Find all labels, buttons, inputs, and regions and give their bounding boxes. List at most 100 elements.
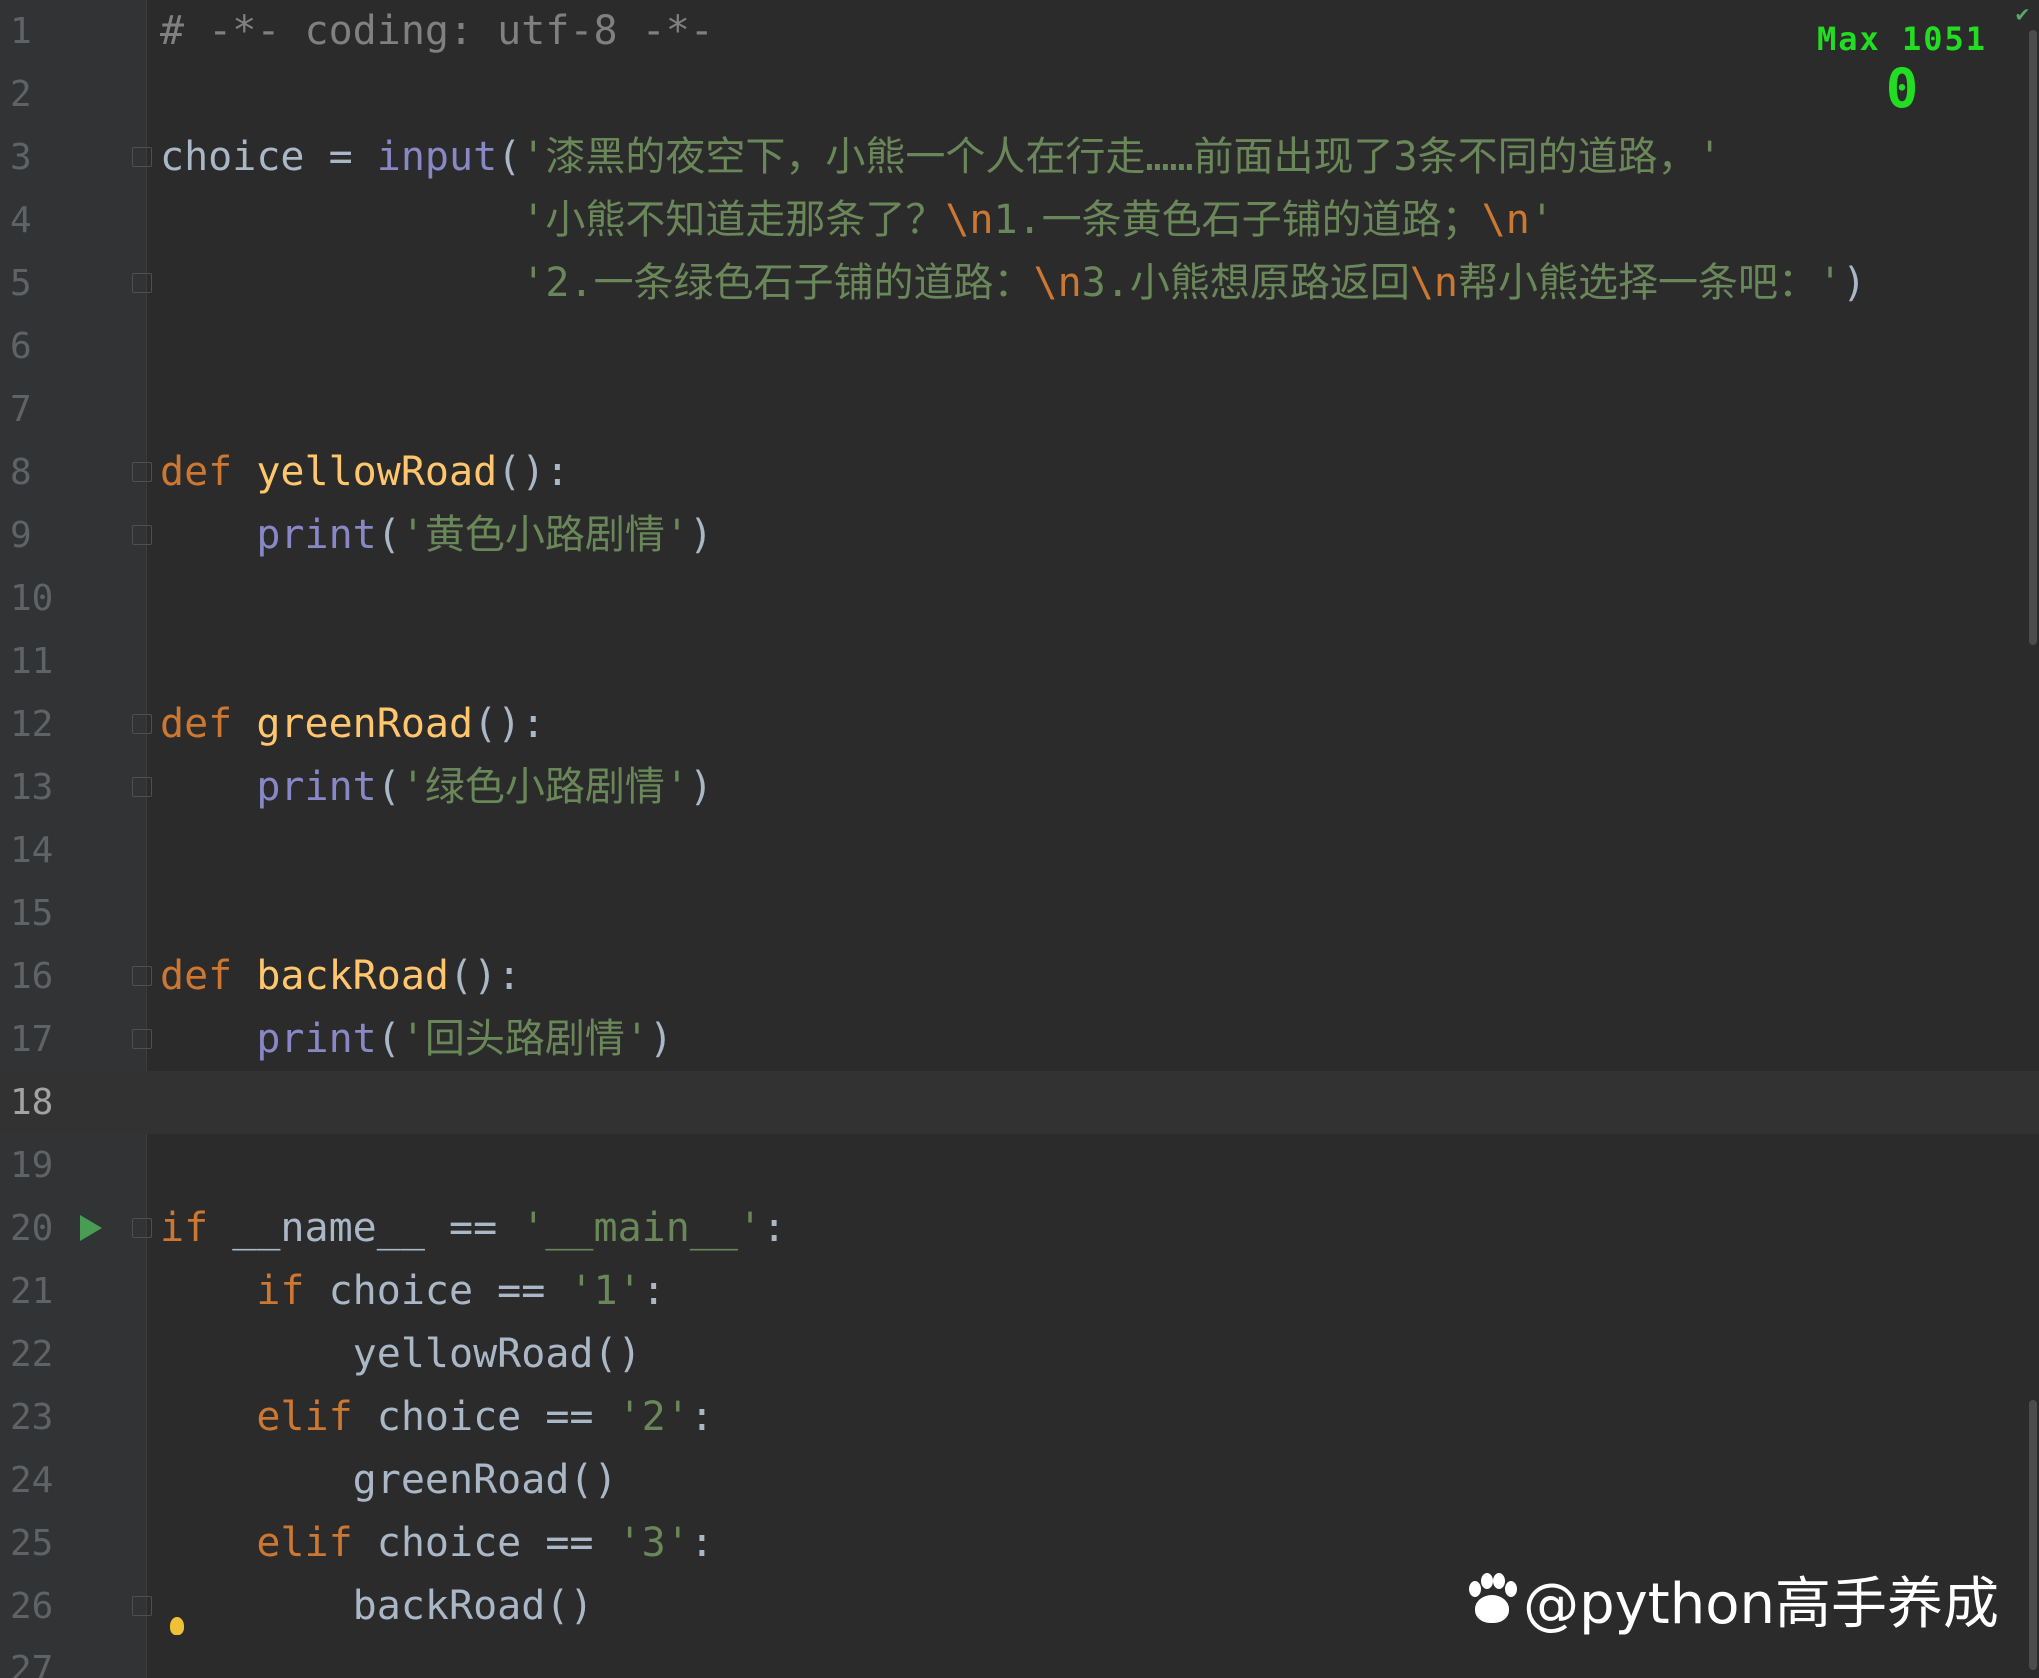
code-token-text: : <box>689 1520 714 1566</box>
code-text[interactable]: if choice == '1': <box>160 1260 665 1323</box>
fold-marker-icon[interactable] <box>132 1596 152 1616</box>
code-token-keyword: elif <box>256 1394 377 1440</box>
code-line[interactable]: 12 def greenRoad(): <box>0 693 2039 756</box>
max-combo-label: Max 1051 <box>1797 20 2007 58</box>
code-token-string: '漆黑的夜空下，小熊一个人在行走……前面出现了3条不同的道路，' <box>521 134 1722 180</box>
code-text[interactable]: '2.一条绿色石子铺的道路：\n3.小熊想原路返回\n帮小熊选择一条吧：') <box>160 252 1866 315</box>
fold-marker-icon[interactable] <box>132 1029 152 1049</box>
code-token-func: backRoad <box>256 953 449 999</box>
code-token-string: '黄色小路剧情' <box>400 512 690 558</box>
code-line[interactable]: 9 print('黄色小路剧情') <box>0 504 2039 567</box>
code-text[interactable]: '小熊不知道走那条了？\n1.一条黄色石子铺的道路；\n' <box>160 189 1554 252</box>
fold-marker-icon[interactable] <box>132 1218 152 1238</box>
code-line[interactable]: 13 print('绿色小路剧情') <box>0 756 2039 819</box>
fold-marker-icon[interactable] <box>132 273 152 293</box>
code-line[interactable]: 15 <box>0 882 2039 945</box>
code-line[interactable]: 6 <box>0 315 2039 378</box>
code-text[interactable]: def greenRoad(): <box>160 693 545 756</box>
fold-marker-icon[interactable] <box>132 147 152 167</box>
code-line[interactable]: 17 print('回头路剧情') <box>0 1008 2039 1071</box>
code-text[interactable]: # -*- coding: utf-8 -*- <box>160 0 714 63</box>
code-line[interactable]: 7 <box>0 378 2039 441</box>
line-number: 10 <box>10 578 54 619</box>
code-text[interactable]: print('回头路剧情') <box>160 1008 673 1071</box>
code-text[interactable]: yellowRoad() <box>160 1323 642 1386</box>
code-line[interactable]: 24 greenRoad() <box>0 1449 2039 1512</box>
code-text[interactable]: print('绿色小路剧情') <box>160 756 713 819</box>
combo-count: 0 <box>1885 57 1919 120</box>
code-text[interactable]: choice = input('漆黑的夜空下，小熊一个人在行走……前面出现了3条… <box>160 126 1722 189</box>
code-editor[interactable]: 1 # -*- coding: utf-8 -*- 2 3 choice = input… <box>0 0 2039 1678</box>
code-line[interactable]: 2 <box>0 63 2039 126</box>
code-token-string: ' <box>1529 197 1554 243</box>
fold-marker-icon[interactable] <box>132 966 152 986</box>
code-token-string: '1' <box>569 1268 642 1314</box>
watermark-text: @python高手养成 <box>1523 1572 1999 1637</box>
fold-marker-icon[interactable] <box>132 777 152 797</box>
check-icon: ✔ <box>2015 2 2029 27</box>
code-token-text: choice == <box>328 1268 570 1314</box>
code-token-builtin: print <box>256 512 377 558</box>
code-line[interactable]: 20 if __name__ == '__main__': <box>0 1197 2039 1260</box>
code-text[interactable]: greenRoad() <box>160 1449 618 1512</box>
run-icon[interactable] <box>80 1215 102 1241</box>
code-token-text: (): <box>473 701 546 747</box>
code-line[interactable]: 10 <box>0 567 2039 630</box>
code-line[interactable]: 27 <box>0 1638 2039 1678</box>
code-text[interactable]: if __name__ == '__main__': <box>160 1197 786 1260</box>
code-line[interactable]: 11 <box>0 630 2039 693</box>
line-number: 19 <box>10 1145 54 1186</box>
fold-marker-icon[interactable] <box>132 525 152 545</box>
code-line[interactable]: 19 <box>0 1134 2039 1197</box>
code-token-string: '__main__' <box>521 1205 763 1251</box>
code-line[interactable]: 16 def backRoad(): <box>0 945 2039 1008</box>
line-number: 6 <box>10 326 32 367</box>
fold-marker-icon[interactable] <box>132 714 152 734</box>
code-token-text: backRoad() <box>160 1583 594 1629</box>
code-token-func: greenRoad <box>256 701 474 747</box>
code-token-text: yellowRoad() <box>160 1331 642 1377</box>
code-token-text: ) <box>689 764 714 810</box>
code-token-string: '小熊不知道走那条了？ <box>521 197 946 243</box>
vertical-scrollbar[interactable] <box>2029 30 2037 645</box>
power-mode-counter: Max 1051 0 <box>1797 20 2007 116</box>
code-line[interactable]: 4 '小熊不知道走那条了？\n1.一条黄色石子铺的道路；\n' <box>0 189 2039 252</box>
code-token-escape: \n <box>945 197 994 243</box>
code-token-text: ) <box>1842 260 1867 306</box>
code-text[interactable]: elif choice == '3': <box>160 1512 714 1575</box>
code-text[interactable]: print('黄色小路剧情') <box>160 504 713 567</box>
code-line[interactable]: 22 yellowRoad() <box>0 1323 2039 1386</box>
code-token-string: 1.一条黄色石子铺的道路； <box>993 197 1482 243</box>
code-token-text: ) <box>649 1016 674 1062</box>
code-text[interactable]: def backRoad(): <box>160 945 521 1008</box>
code-text[interactable]: backRoad() <box>160 1575 594 1638</box>
code-token-text: choice = <box>160 134 377 180</box>
code-token-string: '3' <box>617 1520 690 1566</box>
code-line[interactable]: 18 <box>0 1071 2039 1134</box>
code-token-string: 帮小熊选择一条吧：' <box>1458 260 1843 306</box>
code-token-text: ( <box>497 134 522 180</box>
line-number: 25 <box>10 1523 54 1564</box>
code-token-escape: \n <box>1481 197 1530 243</box>
code-line[interactable]: 8 def yellowRoad(): <box>0 441 2039 504</box>
code-text[interactable]: elif choice == '2': <box>160 1386 714 1449</box>
line-number: 12 <box>10 704 54 745</box>
code-line[interactable]: 5 '2.一条绿色石子铺的道路：\n3.小熊想原路返回\n帮小熊选择一条吧：') <box>0 252 2039 315</box>
line-number: 21 <box>10 1271 54 1312</box>
code-line[interactable]: 23 elif choice == '2': <box>0 1386 2039 1449</box>
max-label: Max <box>1816 20 1881 58</box>
code-text[interactable]: def yellowRoad(): <box>160 441 569 504</box>
code-line[interactable]: 1 # -*- coding: utf-8 -*- <box>0 0 2039 63</box>
line-number: 8 <box>10 452 32 493</box>
code-lines[interactable]: 1 # -*- coding: utf-8 -*- 2 3 choice = input… <box>0 0 2039 1678</box>
code-line[interactable]: 14 <box>0 819 2039 882</box>
fold-marker-icon[interactable] <box>132 462 152 482</box>
code-line[interactable]: 3 choice = input('漆黑的夜空下，小熊一个人在行走……前面出现了3… <box>0 126 2039 189</box>
line-number: 24 <box>10 1460 54 1501</box>
line-number: 9 <box>10 515 32 556</box>
code-line[interactable]: 21 if choice == '1': <box>0 1260 2039 1323</box>
